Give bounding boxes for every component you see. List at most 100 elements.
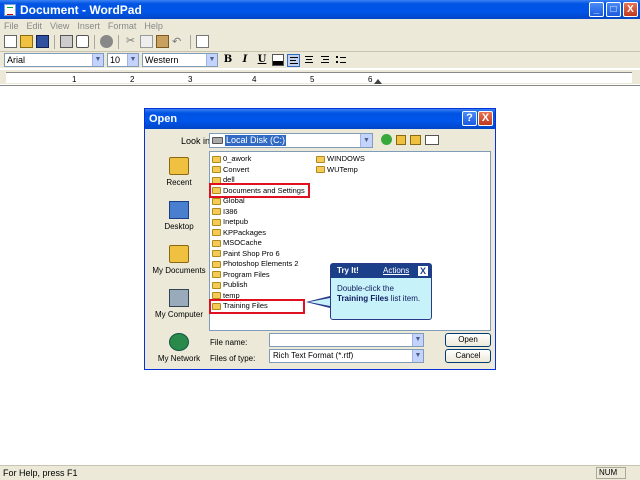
look-in-value: Local Disk (C:) — [225, 135, 287, 146]
menu-view[interactable]: View — [50, 21, 69, 31]
place-my-computer[interactable]: My Computer — [150, 289, 208, 319]
chevron-down-icon[interactable]: ▼ — [206, 54, 217, 66]
views-menu-icon[interactable] — [425, 134, 439, 145]
list-item[interactable]: I386 — [212, 207, 238, 217]
list-item[interactable]: Convert — [212, 165, 249, 175]
new-folder-icon[interactable] — [410, 134, 421, 145]
list-item-label: WUTemp — [327, 164, 358, 174]
place-recent[interactable]: Recent — [150, 157, 208, 187]
status-help-text: For Help, press F1 — [3, 468, 78, 478]
chevron-down-icon[interactable]: ▼ — [92, 54, 103, 66]
my-network-icon — [169, 333, 189, 351]
undo-icon[interactable]: ↶ — [172, 35, 185, 48]
list-item[interactable]: Inetpub — [212, 217, 248, 227]
list-item[interactable]: Photoshop Elements 2 — [212, 259, 298, 269]
paste-clipboard-icon[interactable] — [156, 35, 169, 48]
new-document-icon[interactable] — [4, 35, 17, 48]
list-item-label: KPPackages — [223, 227, 266, 237]
place-my-documents[interactable]: My Documents — [150, 245, 208, 275]
toolbar-separator — [54, 34, 55, 49]
list-item-label: MSOCache — [223, 238, 262, 247]
menu-insert[interactable]: Insert — [77, 21, 100, 31]
place-desktop[interactable]: Desktop — [150, 201, 208, 231]
ruler-number: 3 — [188, 75, 193, 84]
look-in-select[interactable]: Local Disk (C:) ▼ — [209, 133, 373, 148]
font-size-select[interactable]: 10 ▼ — [107, 53, 139, 67]
bold-button[interactable]: B — [221, 53, 235, 67]
highlight-training-files — [209, 299, 305, 314]
file-type-select[interactable]: Rich Text Format (*.rtf) ▼ — [269, 349, 424, 363]
align-right-icon[interactable] — [319, 54, 332, 67]
dialog-help-button[interactable]: ? — [462, 111, 477, 126]
format-bar: Arial ▼ 10 ▼ Western ▼ B I U — [0, 52, 640, 68]
folder-icon — [212, 218, 221, 226]
print-preview-icon[interactable] — [76, 35, 89, 48]
menu-help[interactable]: Help — [144, 21, 163, 31]
bullets-icon[interactable] — [335, 54, 348, 67]
toolbar-separator — [94, 34, 95, 49]
open-button[interactable]: Open — [445, 333, 491, 347]
chevron-down-icon[interactable]: ▼ — [412, 350, 423, 362]
find-binoculars-icon[interactable] — [100, 35, 113, 48]
close-button[interactable]: X — [623, 2, 638, 17]
align-center-icon[interactable] — [303, 54, 316, 67]
folder-icon — [212, 260, 221, 268]
folder-icon — [212, 166, 221, 173]
place-label: My Documents — [152, 266, 206, 275]
ruler-strip: 1 2 3 4 5 6 — [6, 72, 632, 84]
list-item[interactable]: WUTemp — [316, 165, 358, 175]
align-left-icon[interactable] — [287, 53, 300, 67]
open-folder-icon[interactable] — [20, 35, 33, 48]
chevron-down-icon[interactable]: ▼ — [412, 334, 423, 346]
save-disk-icon[interactable] — [36, 35, 49, 48]
place-my-network[interactable]: My Network — [150, 333, 208, 363]
date-time-icon[interactable] — [196, 35, 209, 48]
list-item[interactable]: MSOCache — [212, 238, 262, 248]
font-name-select[interactable]: Arial ▼ — [4, 53, 104, 67]
callout-close-button[interactable]: X — [417, 265, 429, 277]
chevron-down-icon[interactable]: ▼ — [127, 54, 138, 66]
cancel-button[interactable]: Cancel — [445, 349, 491, 363]
back-arrow-icon[interactable] — [381, 134, 392, 145]
list-item[interactable]: Publish — [212, 280, 248, 290]
up-folder-icon[interactable] — [396, 134, 406, 145]
ruler-number: 2 — [130, 75, 135, 84]
dialog-close-button[interactable]: X — [478, 111, 493, 126]
folder-icon — [212, 229, 221, 236]
toolbar-separator — [118, 34, 119, 49]
list-item[interactable]: WINDOWS — [316, 154, 365, 164]
desktop-icon — [169, 201, 189, 219]
folder-icon — [212, 271, 221, 278]
list-item-label: Photoshop Elements 2 — [223, 259, 299, 268]
italic-button[interactable]: I — [238, 53, 252, 67]
print-icon[interactable] — [60, 35, 73, 48]
file-type-value: Rich Text Format (*.rtf) — [273, 351, 354, 360]
callout-actions-link[interactable]: Actions — [383, 264, 409, 278]
folder-icon — [212, 155, 221, 163]
menu-edit[interactable]: Edit — [27, 21, 43, 31]
menu-file[interactable]: File — [4, 21, 19, 31]
callout-header: Try It! Actions X — [331, 264, 431, 278]
chevron-down-icon[interactable]: ▼ — [360, 134, 372, 147]
num-lock-indicator: NUM — [596, 467, 626, 479]
list-item[interactable]: KPPackages — [212, 228, 266, 238]
menu-format[interactable]: Format — [108, 21, 137, 31]
list-item-label: 0_awork — [223, 154, 252, 163]
callout-bold-text: Training Files — [337, 294, 389, 303]
script-select[interactable]: Western ▼ — [142, 53, 218, 67]
dialog-nav-toolbar — [381, 134, 439, 145]
underline-button[interactable]: U — [255, 53, 269, 67]
callout-line1: Double-click the — [337, 284, 394, 293]
file-name-input[interactable]: ▼ — [269, 333, 424, 347]
right-indent-marker[interactable] — [374, 79, 382, 84]
minimize-button[interactable]: _ — [589, 2, 604, 17]
font-color-icon[interactable] — [272, 54, 284, 66]
list-item-label: Inetpub — [223, 217, 249, 226]
callout-body: Double-click the Training Files list ite… — [331, 278, 431, 304]
list-item[interactable]: 0_awork — [212, 154, 251, 164]
maximize-button[interactable]: □ — [606, 2, 621, 17]
list-item[interactable]: Paint Shop Pro 6 — [212, 249, 280, 259]
cut-scissors-icon[interactable]: ✂ — [124, 35, 137, 48]
copy-icon[interactable] — [140, 35, 153, 48]
list-item[interactable]: Program Files — [212, 270, 270, 280]
